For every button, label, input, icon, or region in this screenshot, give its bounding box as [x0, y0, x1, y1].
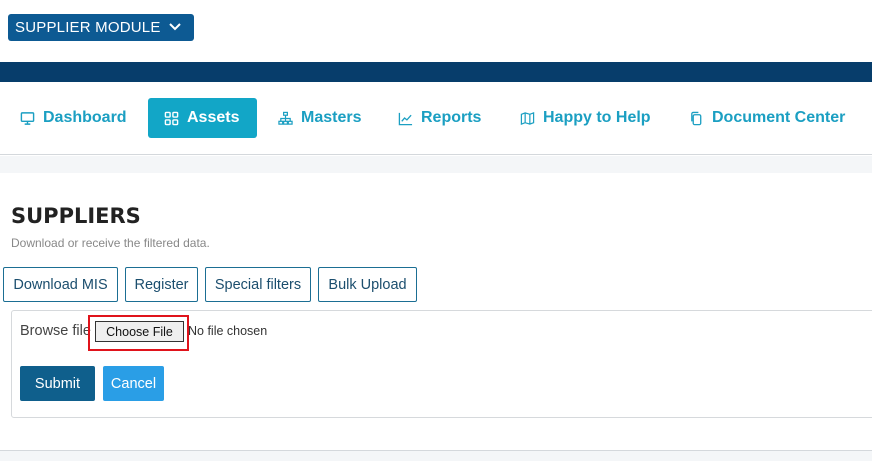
cancel-button[interactable]: Cancel	[103, 366, 164, 401]
nav-reports-label: Reports	[421, 109, 482, 126]
trend-icon	[398, 112, 413, 125]
nav-happy-to-help-label: Happy to Help	[543, 109, 651, 126]
tab-bulk-upload[interactable]: Bulk Upload	[318, 267, 417, 302]
nav-dashboard[interactable]: Dashboard	[20, 98, 127, 138]
copy-icon	[691, 111, 702, 125]
nav-masters-label: Masters	[301, 109, 362, 126]
grid-icon	[164, 111, 179, 125]
submit-button[interactable]: Submit	[20, 366, 95, 401]
nav-assets[interactable]: Assets	[148, 98, 257, 138]
browse-file-label: Browse file	[20, 323, 91, 339]
page-title: SUPPLIERS	[11, 204, 141, 228]
main-nav: Dashboard Assets Masters Reports Happy t…	[0, 82, 872, 155]
nav-document-center[interactable]: Document Center	[689, 98, 845, 138]
page-subtitle: Download or receive the filtered data.	[11, 236, 210, 250]
module-select[interactable]: SUPPLIER MODULE	[8, 14, 194, 41]
nav-document-center-label: Document Center	[712, 109, 846, 126]
chevron-down-icon	[169, 23, 181, 31]
map-icon	[520, 111, 535, 125]
nav-dashboard-label: Dashboard	[43, 109, 127, 126]
footer-band	[0, 450, 872, 461]
module-select-label: SUPPLIER MODULE	[15, 19, 161, 36]
file-status: No file chosen	[188, 324, 268, 338]
top-band	[0, 62, 872, 82]
nav-assets-label: Assets	[187, 109, 240, 126]
nav-happy-to-help[interactable]: Happy to Help	[520, 98, 651, 138]
choose-file-button[interactable]: Choose File	[95, 321, 184, 342]
tab-register[interactable]: Register	[125, 267, 198, 302]
tab-special-filters[interactable]: Special filters	[205, 267, 311, 302]
nav-reports[interactable]: Reports	[398, 98, 481, 138]
section-divider	[0, 156, 872, 173]
nav-masters[interactable]: Masters	[278, 98, 361, 138]
hierarchy-icon	[278, 111, 293, 125]
monitor-icon	[20, 111, 35, 125]
tab-download-mis[interactable]: Download MIS	[3, 267, 118, 302]
